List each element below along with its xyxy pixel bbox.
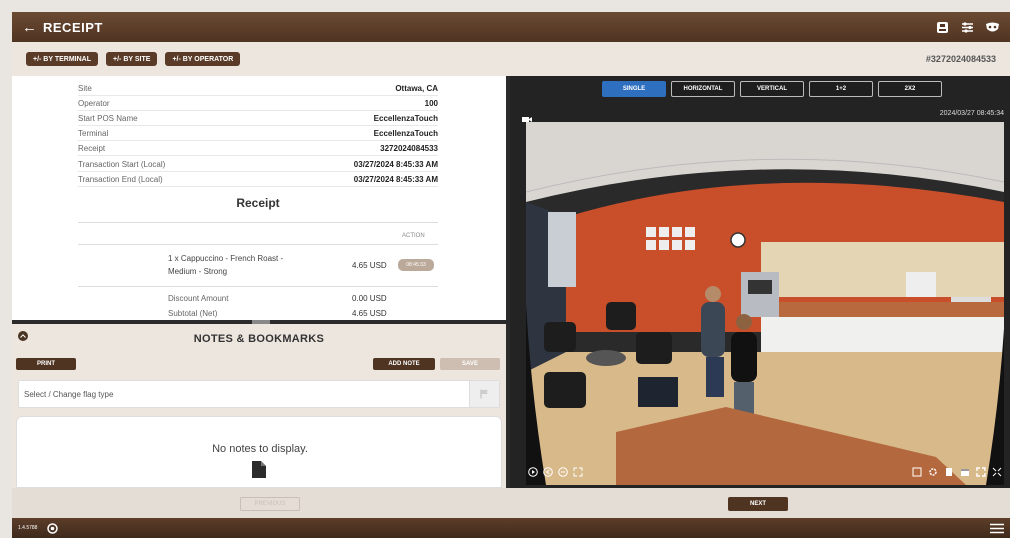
item-price: 4.65 USD xyxy=(352,261,387,270)
next-button[interactable]: NEXT xyxy=(728,497,788,511)
snapshot-icon[interactable] xyxy=(912,467,922,477)
flag-type-placeholder: Select / Change flag type xyxy=(24,389,114,399)
footer-bar: 1.4.5788 xyxy=(12,518,1010,538)
add-note-button[interactable]: ADD NOTE xyxy=(373,358,435,370)
detail-value: Ottawa, CA xyxy=(395,83,438,93)
detail-value: 03/27/2024 8:45:33 AM xyxy=(353,159,438,169)
empty-notes-message: No notes to display. xyxy=(212,443,308,455)
header-actions xyxy=(935,20,1000,35)
flag-icon[interactable] xyxy=(469,381,499,407)
receipt-id: #3272024084533 xyxy=(925,54,996,64)
app-root: ← RECEIPT +/- BY TERMINAL +/- BY SITE +/… xyxy=(0,0,1010,538)
hamburger-menu-icon[interactable] xyxy=(989,521,1004,536)
left-panel: Site Ottawa, CA Operator 100 Start POS Nam… xyxy=(12,76,510,488)
notes-title: NOTES & BOOKMARKS xyxy=(193,333,325,345)
page-title: RECEIPT xyxy=(43,19,103,35)
receipt-details[interactable]: Site Ottawa, CA Operator 100 Start POS Nam… xyxy=(12,76,506,320)
detail-key: Transaction Start (Local) xyxy=(78,159,166,169)
notes-section: NOTES & BOOKMARKS PRINT ADD NOTE SAVE Se… xyxy=(12,324,506,488)
detail-key: Site xyxy=(78,83,92,93)
detail-value: 3272024084533 xyxy=(380,143,438,153)
privacy-mask-icon[interactable] xyxy=(985,20,1000,35)
action-column-header: ACTION xyxy=(402,233,425,239)
filter-by-site-button[interactable]: +/- BY SITE xyxy=(106,52,158,66)
detail-key: Terminal xyxy=(78,128,109,138)
divider xyxy=(78,222,438,223)
playback-controls xyxy=(528,467,583,477)
detail-row: Receipt 3272024084533 xyxy=(78,141,438,156)
detail-row: Site Ottawa, CA xyxy=(78,81,438,96)
item-description: 1 x Cappuccino - French Roast - xyxy=(168,254,284,263)
view-single-button[interactable]: SINGLE xyxy=(602,81,666,97)
view-2x2-button[interactable]: 2X2 xyxy=(878,81,942,97)
camera-video-feed[interactable] xyxy=(526,122,1004,485)
summary-key: Discount Amount xyxy=(168,294,229,303)
document-icon xyxy=(252,461,266,483)
notes-list: No notes to display. xyxy=(16,416,502,488)
calendar-icon[interactable] xyxy=(960,467,970,477)
detail-row: Transaction End (Local) 03/27/2024 8:45:3… xyxy=(78,172,438,187)
item-description-cont: Medium - Strong xyxy=(168,267,228,276)
detail-key: Transaction End (Local) xyxy=(78,174,163,184)
gear-icon[interactable] xyxy=(928,467,938,477)
filter-bar: +/- BY TERMINAL +/- BY SITE +/- BY OPERA… xyxy=(12,42,1010,76)
detail-key: Receipt xyxy=(78,143,106,153)
support-icon[interactable] xyxy=(45,521,60,536)
summary-key: Subtotal (Net) xyxy=(168,309,218,318)
print-button[interactable]: PRINT xyxy=(16,358,76,370)
detail-row: Start POS Name EccellenzaTouch xyxy=(78,111,438,126)
detail-value: 03/27/2024 8:45:33 AM xyxy=(353,174,438,184)
detail-value: EccellenzaTouch xyxy=(373,113,438,123)
settings-sliders-icon[interactable] xyxy=(960,20,975,35)
divider xyxy=(78,244,438,245)
back-arrow-icon[interactable]: ← xyxy=(22,19,37,36)
detail-value: EccellenzaTouch xyxy=(373,128,438,138)
video-panel: SINGLE HORIZONTAL VERTICAL 1+2 2X2 2024/… xyxy=(510,76,1010,488)
detail-row: Transaction Start (Local) 03/27/2024 8:45… xyxy=(78,157,438,172)
previous-button[interactable]: PREVIOUS xyxy=(240,497,300,511)
detail-value: 100 xyxy=(424,98,438,108)
save-button[interactable]: SAVE xyxy=(440,358,500,370)
fullscreen-icon[interactable] xyxy=(976,467,986,477)
view-horizontal-button[interactable]: HORIZONTAL xyxy=(671,81,735,97)
detail-row: Operator 100 xyxy=(78,96,438,111)
popout-icon[interactable] xyxy=(992,467,1002,477)
view-vertical-button[interactable]: VERTICAL xyxy=(740,81,804,97)
zoom-out-icon[interactable] xyxy=(558,467,568,477)
document-icon[interactable] xyxy=(944,467,954,477)
header-bar: ← RECEIPT xyxy=(12,12,1010,42)
summary-value: 4.65 USD xyxy=(352,309,387,318)
detail-key: Start POS Name xyxy=(78,113,138,123)
receipt-title: Receipt xyxy=(236,196,280,210)
filter-by-operator-button[interactable]: +/- BY OPERATOR xyxy=(165,52,241,66)
jump-to-time-button[interactable]: 08:45:33 xyxy=(398,259,434,271)
view-1plus2-button[interactable]: 1+2 xyxy=(809,81,873,97)
export-icon[interactable] xyxy=(935,20,950,35)
detail-row: Terminal EccellenzaTouch xyxy=(78,126,438,141)
receipt-item: 1 x Cappuccino - French Roast - Medium -… xyxy=(168,252,308,278)
divider xyxy=(78,286,438,287)
play-icon[interactable] xyxy=(528,467,538,477)
flag-type-select[interactable]: Select / Change flag type xyxy=(18,380,500,408)
detail-key: Operator xyxy=(78,98,110,108)
video-tools xyxy=(912,467,1002,477)
video-timestamp: 2024/03/27 08:45:34 xyxy=(939,110,1004,117)
navigation-bar: PREVIOUS NEXT xyxy=(12,488,1010,518)
version-label: 1.4.5788 xyxy=(18,525,38,531)
view-layout-toggle: SINGLE HORIZONTAL VERTICAL 1+2 2X2 xyxy=(602,81,942,97)
expand-icon[interactable] xyxy=(573,467,583,477)
filter-by-terminal-button[interactable]: +/- BY TERMINAL xyxy=(26,52,99,66)
summary-value: 0.00 USD xyxy=(352,294,387,303)
rewind-icon[interactable] xyxy=(543,467,553,477)
